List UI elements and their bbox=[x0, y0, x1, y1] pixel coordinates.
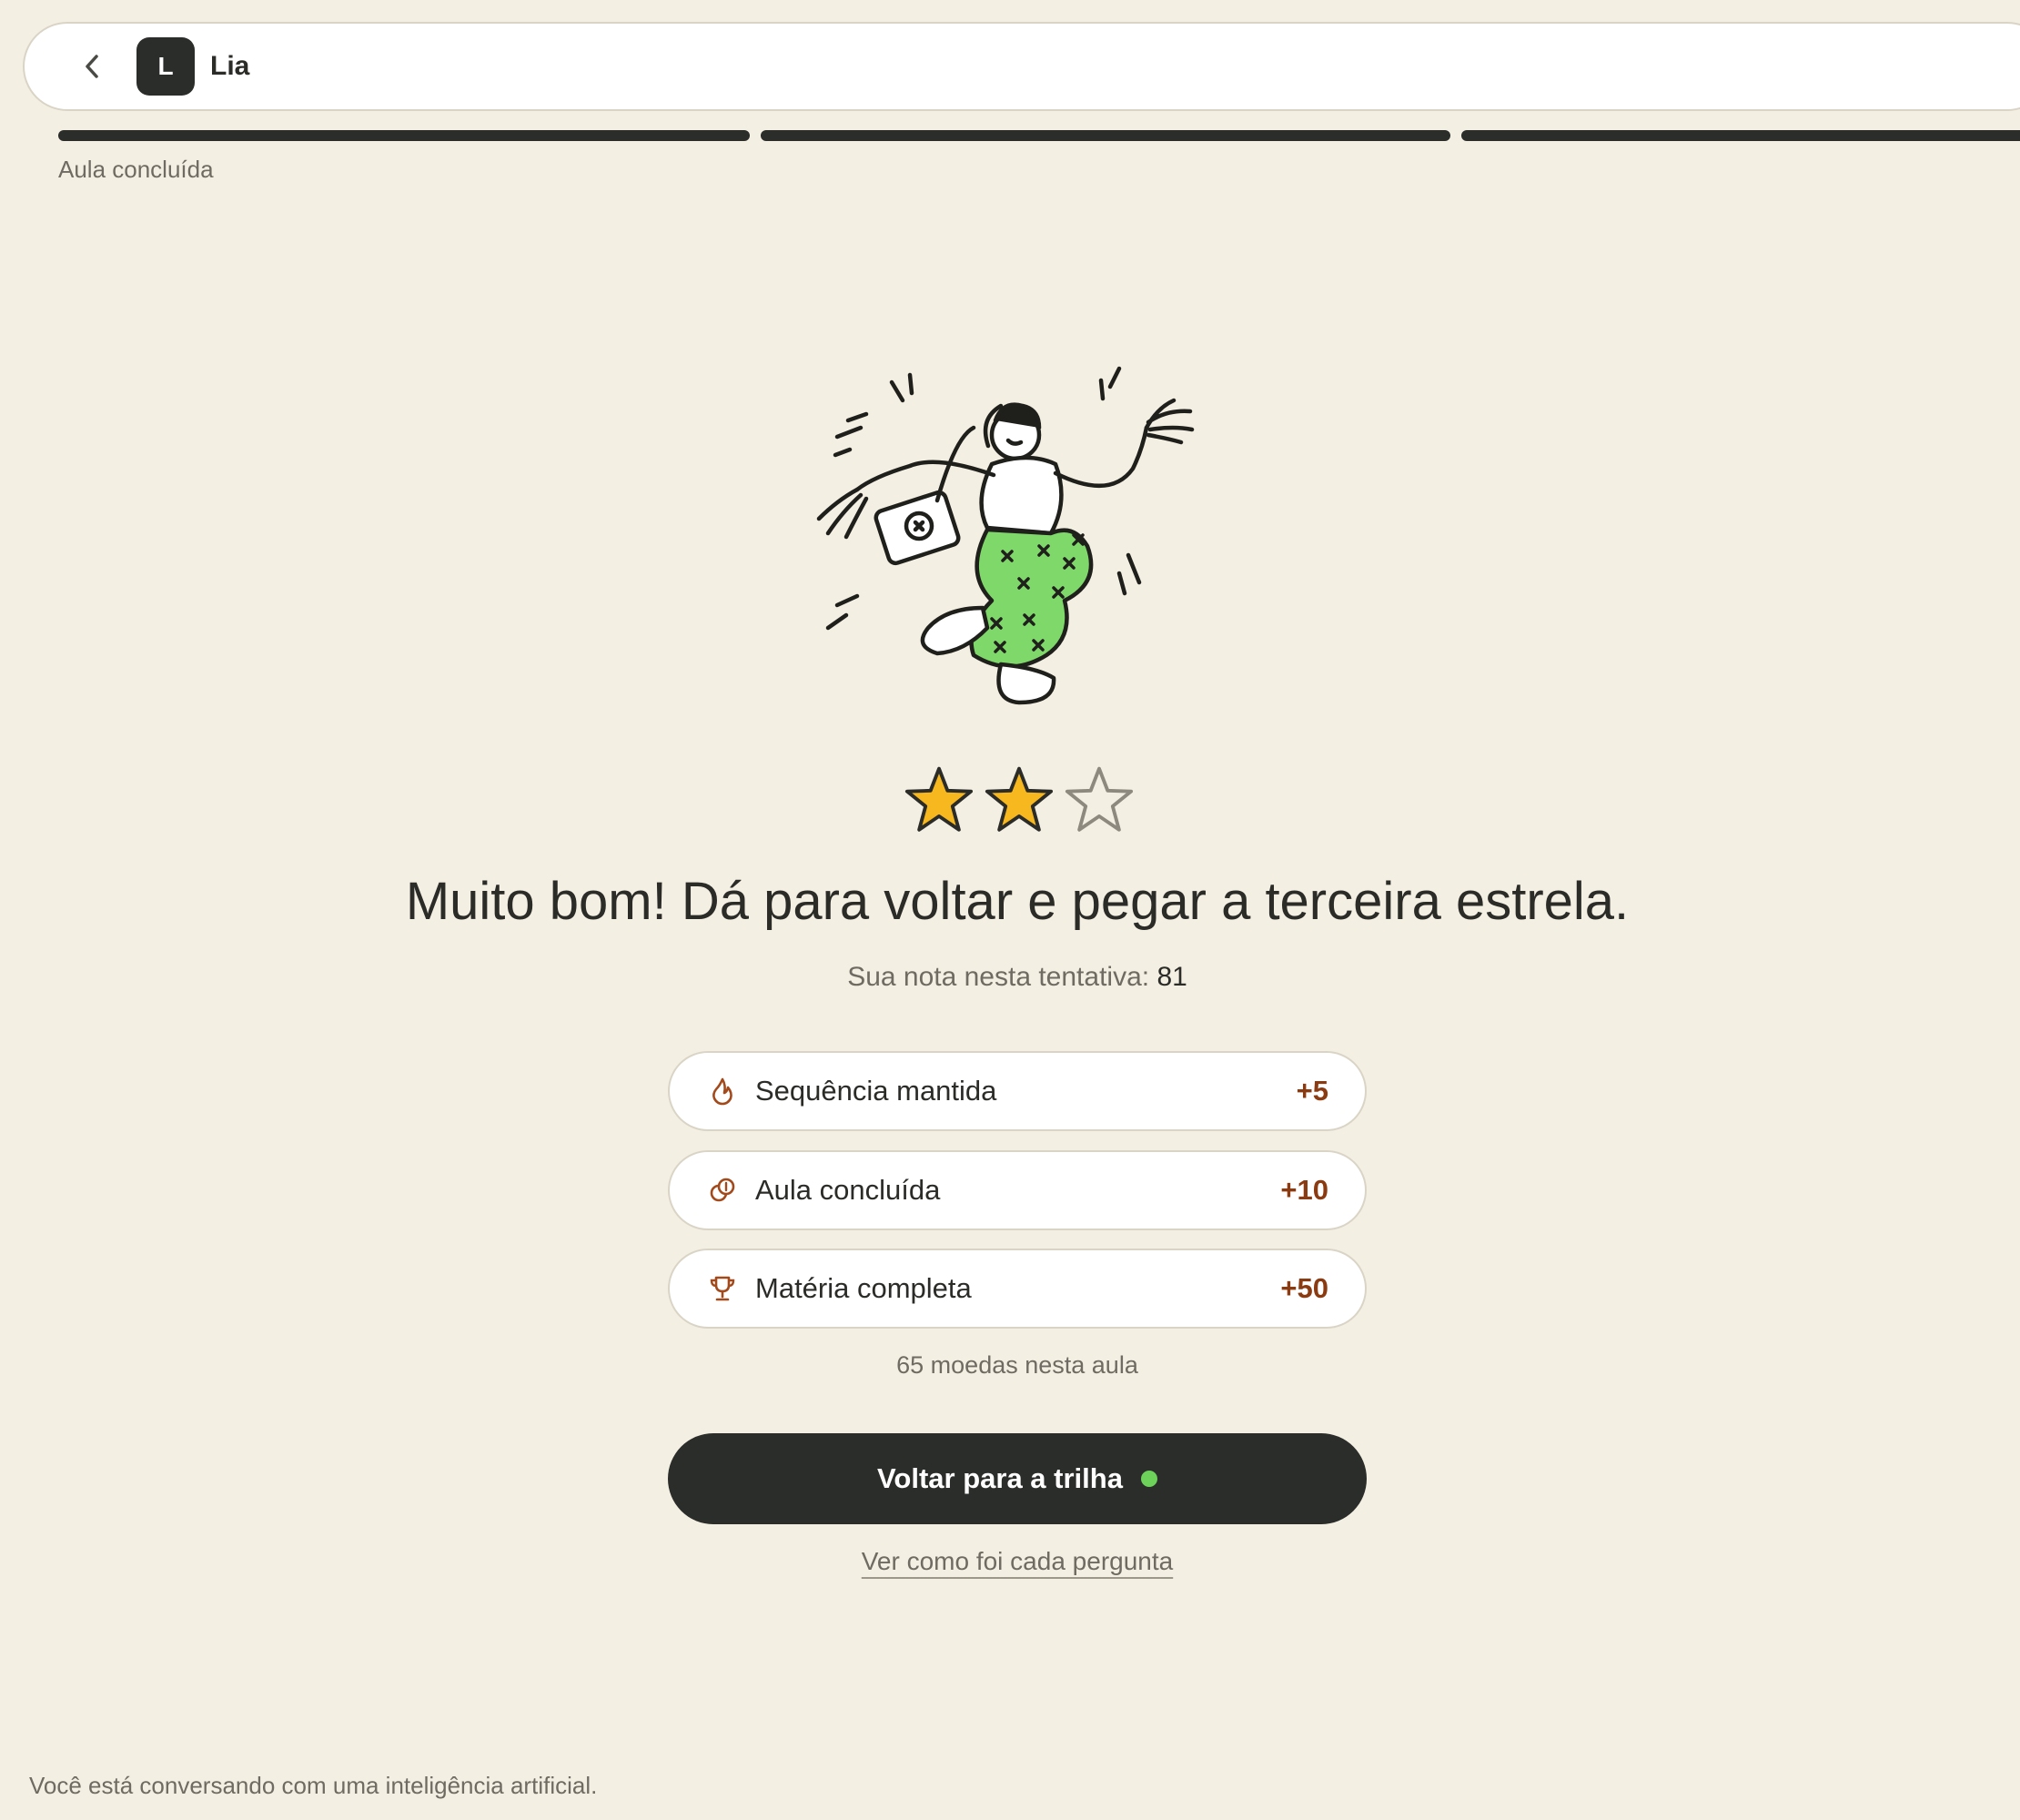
star-empty-icon bbox=[1065, 766, 1134, 832]
dancing-character-illustration bbox=[816, 366, 1195, 705]
star-filled-icon bbox=[985, 766, 1054, 832]
reward-lesson-complete: Aula concluída +10 bbox=[668, 1150, 1367, 1230]
reward-streak: Sequência mantida +5 bbox=[668, 1051, 1367, 1131]
progress-segment bbox=[58, 130, 750, 141]
score-label: Sua nota nesta tentativa: bbox=[847, 962, 1150, 992]
ai-disclaimer: Você está conversando com uma inteligênc… bbox=[29, 1772, 598, 1799]
reward-label: Matéria completa bbox=[755, 1272, 972, 1304]
trophy-icon bbox=[706, 1272, 739, 1305]
reward-subject-complete: Matéria completa +50 bbox=[668, 1249, 1367, 1329]
reward-value: +10 bbox=[1280, 1174, 1328, 1206]
review-questions-link-row: Ver como foi cada pergunta bbox=[0, 1547, 2020, 1576]
star-filled-icon bbox=[904, 766, 974, 832]
reward-value: +50 bbox=[1280, 1272, 1328, 1304]
star-rating bbox=[901, 764, 1137, 846]
tutor-name: Lia bbox=[210, 51, 250, 81]
reward-label: Aula concluída bbox=[755, 1174, 941, 1206]
back-button[interactable] bbox=[66, 39, 120, 94]
score-value: 81 bbox=[1156, 962, 1187, 992]
lesson-status-label: Aula concluída bbox=[58, 156, 214, 183]
coins-summary: 65 moedas nesta aula bbox=[896, 1351, 1138, 1379]
chevron-left-icon bbox=[86, 55, 98, 78]
review-questions-link[interactable]: Ver como foi cada pergunta bbox=[862, 1547, 1173, 1575]
progress-segment bbox=[1461, 130, 2020, 141]
lesson-progress bbox=[58, 130, 2020, 141]
result-headline: Muito bom! Dá para voltar e pegar a terc… bbox=[405, 872, 1630, 931]
back-to-trail-label: Voltar para a trilha bbox=[877, 1462, 1123, 1494]
flame-icon bbox=[706, 1075, 739, 1107]
status-dot-icon bbox=[1140, 1471, 1157, 1487]
reward-label: Sequência mantida bbox=[755, 1075, 997, 1107]
progress-segment bbox=[761, 130, 1450, 141]
top-bar: L Lia bbox=[23, 22, 2020, 111]
reward-value: +5 bbox=[1296, 1075, 1328, 1107]
score-line: Sua nota nesta tentativa: 81 bbox=[0, 962, 2020, 993]
back-to-trail-button[interactable]: Voltar para a trilha bbox=[668, 1433, 1367, 1524]
coins-icon bbox=[706, 1174, 739, 1207]
avatar: L bbox=[136, 37, 195, 96]
